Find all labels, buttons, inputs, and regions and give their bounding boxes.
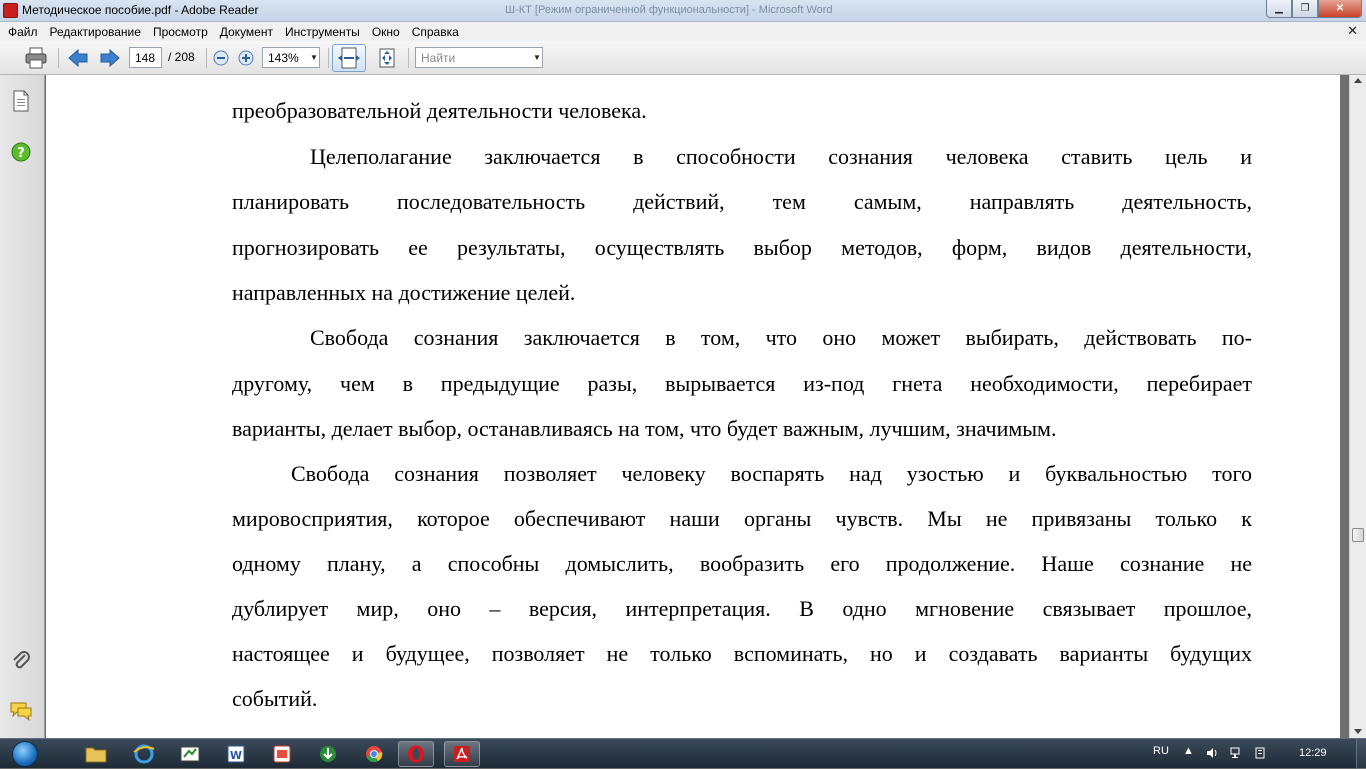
- next-page-button[interactable]: [98, 48, 122, 68]
- pdf-page: преобразовательной деятельности человека…: [46, 75, 1340, 738]
- show-desktop-button[interactable]: [1356, 739, 1366, 769]
- menu-edit[interactable]: Редактирование: [44, 25, 147, 39]
- adobe-reader-icon: [454, 746, 470, 762]
- toolbar-separator: [328, 48, 329, 68]
- text-line: варианты, делает выбор, останавливаясь н…: [232, 416, 1057, 441]
- zoom-out-icon: [213, 50, 229, 66]
- word-icon: W: [227, 745, 245, 763]
- menu-view[interactable]: Просмотр: [147, 25, 214, 39]
- taskbar-explorer[interactable]: [78, 741, 114, 767]
- menu-file[interactable]: Файл: [0, 25, 44, 39]
- fit-width-icon: [338, 47, 360, 69]
- presentation-app-icon: [273, 745, 291, 763]
- clock[interactable]: 12:29: [1299, 747, 1327, 759]
- taskbar: W RU ▲ 12:29: [0, 738, 1366, 769]
- taskbar-internet-explorer[interactable]: [126, 741, 162, 767]
- text-line: дублирует мир, оно – версия, интерпретац…: [232, 596, 1252, 621]
- windows-logo-icon: [12, 741, 38, 767]
- taskbar-chrome[interactable]: [356, 741, 392, 767]
- svg-text:?: ?: [17, 146, 25, 161]
- text-line: преобразовательной деятельности человека…: [232, 98, 647, 123]
- download-icon: [320, 746, 336, 762]
- text-line: направленных на достижение целей.: [232, 280, 576, 305]
- fit-width-button[interactable]: [332, 44, 366, 72]
- comments-icon: [10, 702, 32, 721]
- scroll-up-icon[interactable]: [1354, 78, 1362, 83]
- adobe-reader-icon: [3, 3, 18, 18]
- taskbar-presentation-app[interactable]: [264, 741, 300, 767]
- tray-expand-icon[interactable]: ▲: [1183, 745, 1194, 757]
- help-button[interactable]: ?: [10, 141, 32, 163]
- chrome-icon: [366, 746, 383, 763]
- title-bar: Методическое пособие.pdf - Adobe Reader …: [0, 0, 1366, 22]
- taskbar-download-manager[interactable]: [310, 741, 346, 767]
- taskbar-adobe-reader[interactable]: [444, 741, 480, 767]
- menu-window[interactable]: Окно: [366, 25, 406, 39]
- arrow-right-icon: [100, 48, 120, 68]
- window-title: Методическое пособие.pdf - Adobe Reader: [22, 3, 259, 17]
- search-input[interactable]: Найти: [415, 47, 543, 68]
- taskbar-network-app[interactable]: [172, 741, 208, 767]
- close-button[interactable]: ✕: [1318, 0, 1362, 18]
- menu-document[interactable]: Документ: [214, 25, 279, 39]
- page-icon: [13, 90, 29, 112]
- svg-text:W: W: [230, 749, 242, 762]
- network-icon[interactable]: [1230, 747, 1242, 759]
- text-line: планировать последовательность действий,…: [232, 189, 1252, 214]
- internet-explorer-icon: [133, 744, 155, 764]
- document-view[interactable]: преобразовательной деятельности человека…: [46, 75, 1349, 738]
- navigation-pane: ?: [0, 75, 45, 738]
- zoom-in-button[interactable]: [237, 48, 255, 68]
- toolbar-separator: [58, 48, 59, 68]
- menu-bar: Файл Редактирование Просмотр Документ Ин…: [0, 22, 1366, 41]
- page-total: / 208: [168, 50, 195, 64]
- menu-tools[interactable]: Инструменты: [279, 25, 366, 39]
- scrollbar-thumb[interactable]: [1352, 528, 1364, 542]
- text-line: Свобода сознания позволяет человеку восп…: [291, 461, 1252, 486]
- attachments-panel-button[interactable]: [10, 650, 32, 672]
- fit-page-button[interactable]: [374, 48, 400, 68]
- help-icon: ?: [11, 142, 31, 162]
- page-number-input[interactable]: 148: [129, 47, 162, 68]
- chevron-down-icon: ▼: [310, 53, 318, 62]
- vertical-scrollbar[interactable]: [1349, 75, 1366, 738]
- paperclip-icon: [13, 651, 30, 669]
- previous-page-button[interactable]: [66, 48, 90, 68]
- toolbar-separator: [206, 48, 207, 68]
- text-line: Целеполагание заключается в способности …: [310, 144, 1252, 169]
- minimize-button[interactable]: ▁: [1266, 0, 1292, 18]
- scroll-down-icon[interactable]: [1354, 729, 1362, 734]
- close-document-button[interactable]: ✕: [1347, 23, 1358, 39]
- language-indicator[interactable]: RU: [1153, 745, 1169, 757]
- text-line: одному плану, а способны домыслить, вооб…: [232, 551, 1252, 576]
- start-button[interactable]: [4, 739, 46, 769]
- opera-icon: [408, 745, 424, 763]
- text-line: другому, чем в предыдущие разы, вырывает…: [232, 371, 1252, 396]
- network-app-icon: [180, 746, 200, 762]
- action-center-icon[interactable]: [1254, 747, 1266, 759]
- toolbar-separator: [408, 48, 409, 68]
- arrow-left-icon: [68, 48, 88, 68]
- print-button[interactable]: [22, 47, 50, 69]
- text-line: прогнозировать ее результаты, осуществля…: [232, 235, 1252, 260]
- maximize-button[interactable]: ❐: [1292, 0, 1318, 18]
- text-line: событий.: [232, 686, 318, 711]
- zoom-out-button[interactable]: [212, 48, 230, 68]
- toolbar: 148 / 208 143% ▼ Найти ▼: [0, 41, 1366, 75]
- volume-icon[interactable]: [1206, 747, 1218, 759]
- folder-icon: [85, 747, 107, 763]
- menu-help[interactable]: Справка: [406, 25, 465, 39]
- fit-page-icon: [379, 48, 395, 68]
- chevron-down-icon: ▼: [533, 53, 541, 62]
- background-window-title: Ш-КТ [Режим ограниченной функциональност…: [505, 4, 833, 16]
- taskbar-opera[interactable]: [398, 741, 434, 767]
- comments-panel-button[interactable]: [10, 700, 32, 722]
- pages-panel-button[interactable]: [10, 90, 32, 112]
- printer-icon: [25, 47, 47, 69]
- zoom-in-icon: [238, 50, 254, 66]
- text-line: Свобода сознания заключается в том, что …: [310, 325, 1252, 350]
- taskbar-word[interactable]: W: [218, 741, 254, 767]
- text-line: настоящее и будущее, позволяет не только…: [232, 641, 1252, 666]
- text-line: мировосприятия, которое обеспечивают наш…: [232, 506, 1252, 531]
